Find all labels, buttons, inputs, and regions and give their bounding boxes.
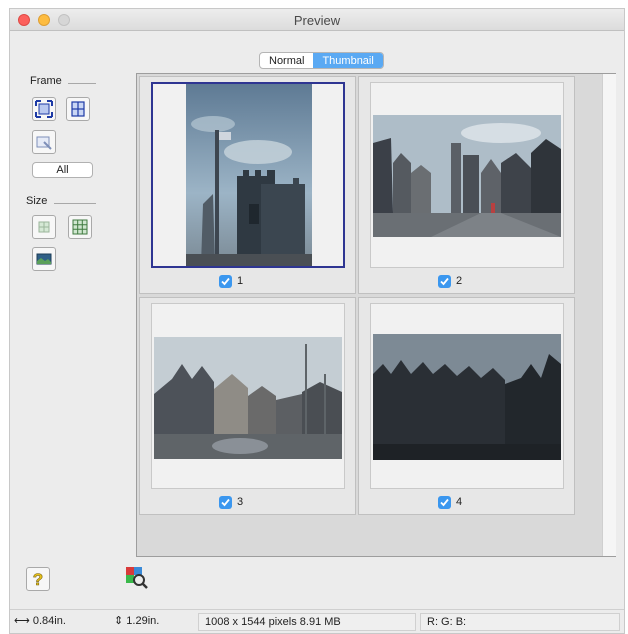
select-frames-button[interactable] (66, 97, 90, 121)
castle-photo-image (186, 84, 312, 266)
thumbnail-2-checkbox[interactable] (438, 275, 451, 288)
thumbnail-2[interactable]: 2 (358, 76, 575, 294)
thumbnail-4-number: 4 (456, 496, 463, 508)
medium-grid-icon (72, 219, 88, 235)
size-group-label: Size (26, 195, 48, 207)
thumbnail-frame (151, 303, 345, 489)
thumbnail-1-number: 1 (237, 275, 244, 287)
small-grid-icon (38, 221, 50, 233)
thumbnail-frame (370, 82, 564, 268)
checkmark-icon (440, 277, 449, 286)
normal-tab[interactable]: Normal (260, 53, 313, 68)
guild-houses-photo-image (373, 334, 561, 460)
street-photo-image (373, 115, 561, 237)
color-palette-icon (126, 567, 148, 589)
thumbnail-3-number: 3 (237, 496, 244, 508)
help-icon: ? (33, 570, 44, 590)
height-readout: ⇕ 1.29in. (114, 613, 159, 631)
checkmark-icon (440, 498, 449, 507)
large-thumbnail-button[interactable] (32, 247, 56, 271)
frame-divider (68, 83, 96, 84)
thumbnail-frame (370, 303, 564, 489)
preview-window: Preview Normal Thumbnail Frame All Size (9, 8, 625, 634)
large-image-icon (36, 253, 52, 265)
thumbnail-3[interactable]: 3 (139, 297, 356, 515)
rgb-value: R: G: B: (427, 616, 467, 628)
thumbnail-2-number: 2 (456, 275, 463, 287)
small-thumbnail-button[interactable] (32, 215, 56, 239)
all-button[interactable]: All (32, 162, 93, 178)
svg-text:?: ? (33, 570, 43, 589)
view-toggle: Normal Thumbnail (259, 52, 384, 69)
rgb-readout: R: G: B: (420, 613, 620, 631)
width-readout: ⟷ 0.84in. (14, 613, 66, 631)
frame-group-label: Frame (30, 75, 62, 87)
checkmark-icon (221, 498, 230, 507)
pixel-size-readout: 1008 x 1544 pixels 8.91 MB (198, 613, 416, 631)
color-palette-button[interactable] (124, 565, 148, 589)
thumbnail-1[interactable]: 1 (139, 76, 356, 294)
pixel-size-value: 1008 x 1544 pixels 8.91 MB (205, 616, 341, 628)
thumbnail-panel: 1 2 3 4 (136, 73, 616, 557)
thumbnail-4[interactable]: 4 (358, 297, 575, 515)
frames-icon (71, 101, 85, 117)
status-bar: ⟷ 0.84in. ⇕ 1.29in. 1008 x 1544 pixels 8… (10, 609, 624, 633)
thumbnail-frame (151, 82, 345, 268)
medium-thumbnail-button[interactable] (68, 215, 92, 239)
thumbnail-3-checkbox[interactable] (219, 496, 232, 509)
window-title: Preview (293, 13, 341, 28)
delete-frame-button[interactable] (32, 130, 56, 154)
width-arrows-icon: ⟷ (14, 615, 30, 627)
height-arrows-icon: ⇕ (114, 615, 124, 627)
thumbnail-tab[interactable]: Thumbnail (313, 53, 383, 68)
help-button[interactable]: ? (26, 567, 50, 591)
title-bar: Preview (10, 9, 624, 31)
thumbnail-4-checkbox[interactable] (438, 496, 451, 509)
auto-locate-button[interactable] (32, 97, 56, 121)
auto-locate-icon (35, 100, 53, 118)
market-square-photo-image (154, 337, 342, 459)
delete-frame-icon (36, 136, 52, 150)
thumbnail-1-checkbox[interactable] (219, 275, 232, 288)
size-divider (54, 203, 96, 204)
checkmark-icon (221, 277, 230, 286)
vertical-scrollbar[interactable] (602, 74, 616, 556)
width-value: 0.84in. (32, 615, 66, 627)
height-value: 1.29in. (126, 615, 160, 627)
